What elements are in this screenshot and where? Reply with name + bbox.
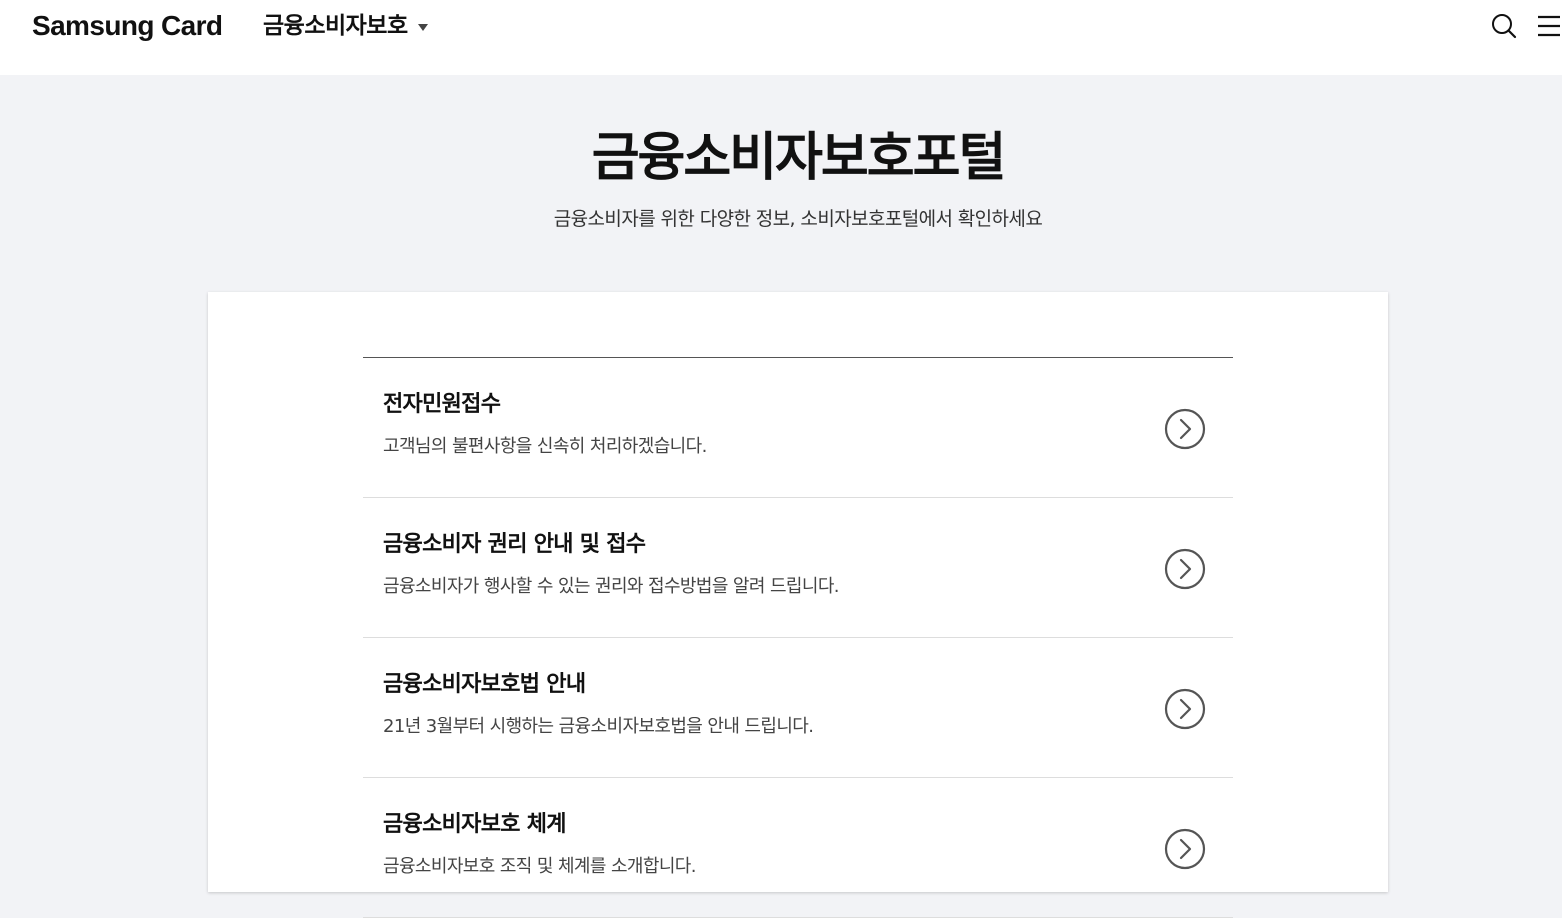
- menu-item-title: 금융소비자보호법 안내: [383, 672, 586, 697]
- menu-item-title: 금융소비자 권리 안내 및 접수: [383, 532, 646, 557]
- menu-button[interactable]: [1536, 12, 1562, 40]
- top-header: Samsung Card 금융소비자보호: [0, 0, 1562, 75]
- search-button[interactable]: [1490, 12, 1518, 40]
- chevron-down-icon: [417, 23, 428, 31]
- section-dropdown-label: 금융소비자보호: [263, 13, 408, 39]
- chevron-right-circle-icon[interactable]: [1164, 828, 1206, 870]
- samsung-card-logo[interactable]: Samsung Card: [32, 8, 223, 44]
- section-dropdown[interactable]: 금융소비자보호: [263, 10, 428, 42]
- chevron-right-circle-icon[interactable]: [1164, 408, 1206, 450]
- portal-menu-card: 전자민원접수 고객님의 불편사항을 신속히 처리하겠습니다. 금융소비자 권리 …: [208, 292, 1388, 918]
- hamburger-menu-icon: [1538, 15, 1560, 37]
- page-title: 금융소비자보호포털: [591, 128, 1007, 188]
- page-subtitle: 금융소비자를 위한 다양한 정보, 소비자보호포털에서 확인하세요: [553, 208, 1043, 230]
- menu-item-protection-system[interactable]: 금융소비자보호 체계 금융소비자보호 조직 및 체계를 소개합니다.: [363, 778, 1233, 918]
- menu-item-consumer-rights[interactable]: 금융소비자 권리 안내 및 접수 금융소비자가 행사할 수 있는 권리와 접수방…: [363, 498, 1233, 638]
- chevron-right-circle-icon[interactable]: [1164, 548, 1206, 590]
- menu-item-description: 고객님의 불편사항을 신속히 처리하겠습니다.: [383, 436, 707, 457]
- menu-item-description: 금융소비자보호 조직 및 체계를 소개합니다.: [383, 856, 696, 877]
- menu-item-title: 전자민원접수: [383, 392, 501, 417]
- menu-item-online-complaint[interactable]: 전자민원접수 고객님의 불편사항을 신속히 처리하겠습니다.: [363, 358, 1233, 498]
- menu-item-title: 금융소비자보호 체계: [383, 812, 567, 837]
- menu-item-protection-law[interactable]: 금융소비자보호법 안내 21년 3월부터 시행하는 금융소비자보호법을 안내 드…: [363, 638, 1233, 778]
- menu-item-description: 21년 3월부터 시행하는 금융소비자보호법을 안내 드립니다.: [383, 716, 814, 737]
- chevron-right-circle-icon[interactable]: [1164, 688, 1206, 730]
- menu-item-description: 금융소비자가 행사할 수 있는 권리와 접수방법을 알려 드립니다.: [383, 576, 840, 597]
- search-icon: [1492, 14, 1517, 39]
- portal-menu-list: 전자민원접수 고객님의 불편사항을 신속히 처리하겠습니다. 금융소비자 권리 …: [363, 357, 1233, 918]
